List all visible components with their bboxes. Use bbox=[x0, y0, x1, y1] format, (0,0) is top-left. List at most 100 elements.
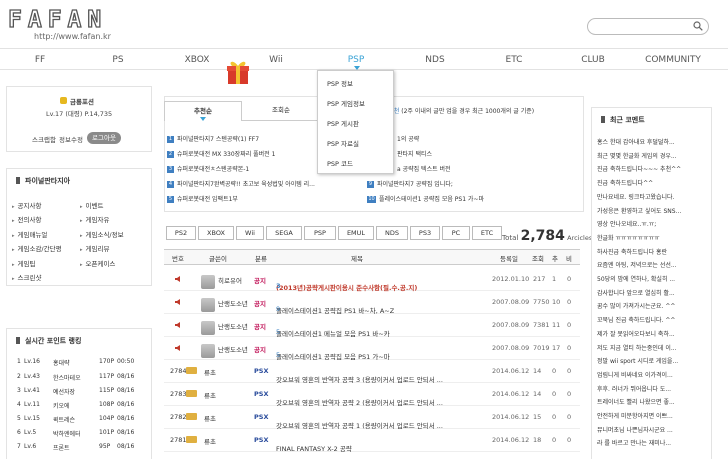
recent-comment-item[interactable]: 가성응은 환영하고 싶어도 SNS... bbox=[597, 206, 681, 215]
sidebar-item-review[interactable]: 게임리뷰 bbox=[80, 243, 110, 253]
list-item[interactable]: 3 슈퍼로봇대전ㅊ스텐공략본-1 bbox=[167, 164, 249, 173]
sidebar-item-event[interactable]: 이벤트 bbox=[80, 200, 104, 210]
nav-item-psp[interactable]: PSP bbox=[348, 55, 365, 65]
dropdown-item-psp-gameinfo[interactable]: PSP 게임정보 bbox=[318, 94, 393, 114]
list-item[interactable]: a 공략집 텍스트 버전 bbox=[397, 164, 451, 173]
tab-emul[interactable]: EMUL bbox=[338, 226, 374, 240]
recent-comment-item[interactable]: 꿈수 많이 가져가시는군요. ^^ bbox=[597, 301, 675, 310]
recent-comment-item[interactable]: 하사진급 축하드립니다 홍란 bbox=[597, 247, 667, 256]
recent-comment-item[interactable]: 꼬북님 진급 축하드립니다. ^^ bbox=[597, 315, 675, 324]
tab-xbox[interactable]: XBOX bbox=[198, 226, 234, 240]
recent-comment-item[interactable]: 홍스 한대 갑아내요 후덜덜하... bbox=[597, 137, 675, 146]
sidebar-item-free[interactable]: 게임자유 bbox=[80, 214, 110, 224]
list-item[interactable]: 1 파이널판타지7 스텐공략(1) FF7 bbox=[167, 134, 259, 143]
list-item[interactable]: 5 슈퍼로봇대전 임팩트1부 bbox=[167, 194, 238, 203]
list-item[interactable]: 10 플레이스테이션1 공략집 모음 PS1 가~마 bbox=[367, 194, 484, 203]
recent-comment-item[interactable]: 제가 잘 못읽어오다보니 축하... bbox=[597, 329, 675, 338]
post-author[interactable]: 난랭도소년 bbox=[218, 321, 248, 331]
table-row[interactable]: 난랭도소년 공지 플레이스테이션1 메뉴얼 모음 PS1 바~카 5 2007.08.… bbox=[164, 314, 580, 338]
post-author[interactable]: 히로유어 bbox=[218, 275, 242, 285]
nav-item-ff[interactable]: FF bbox=[35, 55, 45, 65]
dropdown-item-psp-code[interactable]: PSP 코드 bbox=[318, 154, 393, 174]
search-input[interactable] bbox=[587, 18, 709, 35]
table-row[interactable]: 2780류초PSXDrakengard 3 (DRAG-ON DRAGOON 3… bbox=[164, 452, 580, 459]
sidebar-item-notice[interactable]: 공지사항 bbox=[12, 200, 42, 210]
recent-comment-item[interactable]: 진급 축하드립니다^^ bbox=[597, 178, 653, 187]
recent-comment-item[interactable]: 뮤니머초님 나쁜님자시군요 ... bbox=[597, 425, 673, 434]
list-item[interactable]: 9 파이널판타지7 공략집 입니다; bbox=[367, 179, 453, 188]
tab-ps2[interactable]: PS2 bbox=[166, 226, 196, 240]
sidebar-item-opencase[interactable]: 오픈케이스 bbox=[80, 258, 116, 268]
post-author[interactable]: 류초 bbox=[204, 413, 216, 423]
nav-item-nds[interactable]: NDS bbox=[425, 55, 444, 65]
recent-comment-item[interactable]: 진급 축하드립니다~~~ 추천^^ bbox=[597, 164, 681, 173]
dropdown-item-psp-info[interactable]: PSP 정보 bbox=[318, 74, 393, 94]
ranking-row[interactable]: 2 Lv.43 한스마테오 117P 08/16 bbox=[17, 373, 147, 385]
ranking-row[interactable]: 6 Lv.5 박하엔에터 101P 08/16 bbox=[17, 429, 147, 441]
logout-button[interactable]: 로그아웃 bbox=[87, 132, 121, 144]
sidebar-item-news[interactable]: 게임소식/정보 bbox=[80, 229, 124, 239]
dropdown-item-psp-board[interactable]: PSP 게시판 bbox=[318, 114, 393, 134]
gift-box-icon[interactable] bbox=[224, 58, 252, 86]
list-item[interactable]: 4 파이널판타지7완벽공략!! 초고보 육성법및 아이템 리... bbox=[167, 179, 315, 188]
nav-item-etc[interactable]: ETC bbox=[506, 55, 523, 65]
site-logo[interactable]: FAFAN bbox=[7, 7, 107, 32]
recent-comment-item[interactable]: 후후. 러너가 뛰어옵니다 도... bbox=[597, 384, 671, 393]
post-author[interactable]: 난랭도소년 bbox=[218, 344, 248, 354]
ranking-row[interactable]: 1 Lv.16 홍대략 170P 00:50 bbox=[17, 358, 147, 370]
tab-sega[interactable]: SEGA bbox=[266, 226, 302, 240]
sidebar-item-manual[interactable]: 게임매뉴얼 bbox=[12, 229, 48, 239]
ranking-row[interactable]: 5 Lv.15 퀵트레슨 104P 08/16 bbox=[17, 415, 147, 427]
list-item[interactable]: 판타지 택티스 bbox=[397, 149, 432, 158]
recent-comment-item[interactable]: 업림니게 비싸네요 이가격이... bbox=[597, 370, 673, 379]
search-icon[interactable] bbox=[693, 21, 703, 31]
nav-item-xbox[interactable]: XBOX bbox=[185, 55, 210, 65]
table-row[interactable]: 2783 류초 PSX 갓오브워 영혼의 반역자 공략 2 (용량이커서 업로드 안되… bbox=[164, 383, 580, 407]
list-item[interactable]: 2 슈퍼로봇대전 MX 330장짜리 풀버전 1 bbox=[167, 149, 275, 158]
recent-comment-item[interactable]: 안전하게 미분항아지면 이쁘... bbox=[597, 411, 673, 420]
sidebar-item-suggest[interactable]: 전의사항 bbox=[12, 214, 42, 224]
recent-comment-item[interactable]: 정말 wii sport 시디로 게임을... bbox=[597, 356, 678, 365]
recent-comment-item[interactable]: 한글화 ㅠㅠㅠㅠㅠㅠㅠㅠ bbox=[597, 233, 660, 242]
edit-profile-link[interactable]: 정보수정 bbox=[59, 134, 83, 144]
sidebar-item-review-short[interactable]: 게임소감/간단평 bbox=[12, 243, 62, 253]
nav-item-ps[interactable]: PS bbox=[112, 55, 123, 65]
tab-views[interactable]: 조회순 bbox=[242, 101, 320, 121]
table-row[interactable]: 2781 류초 PSX FINAL FANTASY X-2 공략 2014.06.12… bbox=[164, 429, 580, 453]
sidebar-item-tips[interactable]: 게임팁 bbox=[12, 258, 36, 268]
recent-comment-item[interactable]: 50당의 밤에 연하나, 확실히 ... bbox=[597, 274, 675, 283]
table-row[interactable]: 히로유어 공지 (2013년)공략게시판이용시 준수사항(필.수.공.지) 3 201… bbox=[164, 268, 580, 292]
tab-psp[interactable]: PSP bbox=[304, 226, 336, 240]
tab-etc[interactable]: ETC bbox=[472, 226, 502, 240]
recent-comment-item[interactable]: 감사합니다 앞으로 열심히 활... bbox=[597, 288, 675, 297]
post-author[interactable]: 류초 bbox=[204, 436, 216, 446]
post-author[interactable]: 류초 bbox=[204, 367, 216, 377]
recent-comment-item[interactable]: 영상 안나오네요..ㅠ.ㅠ; bbox=[597, 219, 656, 228]
ranking-row[interactable]: 7 Lv.6 프론트 95P 08/16 bbox=[17, 443, 147, 455]
recent-comment-item[interactable]: 최근 몇몇 한글화 게임의 경우... bbox=[597, 151, 677, 160]
recent-comment-item[interactable]: 요즘엔 아팅, 저녁으로는 선선... bbox=[597, 260, 677, 269]
nav-item-club[interactable]: CLUB bbox=[581, 55, 605, 65]
post-author[interactable]: 류초 bbox=[204, 390, 216, 400]
table-row[interactable]: 난랭도소년 공지 플레이스테이션1 공략집 모음 PS1 가~마 5 2007.08.… bbox=[164, 337, 580, 361]
ranking-row[interactable]: 3 Lv.41 예선자장 115P 08/16 bbox=[17, 387, 147, 399]
nav-item-community[interactable]: COMMUNITY bbox=[645, 55, 701, 65]
dropdown-item-psp-files[interactable]: PSP 자료실 bbox=[318, 134, 393, 154]
recent-comment-item[interactable]: 라 를 바르고 만나는 재미나... bbox=[597, 438, 671, 447]
recent-comment-item[interactable]: 만나요네요. 링크타고왔습니다. bbox=[597, 192, 674, 201]
tab-ps3[interactable]: PS3 bbox=[410, 226, 440, 240]
sidebar-item-screenshots[interactable]: 스크린샷 bbox=[12, 272, 42, 282]
nav-item-wii[interactable]: Wii bbox=[269, 55, 283, 65]
recent-comment-item[interactable]: 트레이너도 빨리 나왔으면 좋... bbox=[597, 397, 675, 406]
table-row[interactable]: 난랭도소년 공지 플레이스테이션1 공략집 PS1 바~차, A~Z 9 2007.0… bbox=[164, 291, 580, 315]
table-row[interactable]: 2784 류초 PSX 갓오브워 영혼의 반역자 공략 3 (용량이커서 업로드 안되… bbox=[164, 360, 580, 384]
table-row[interactable]: 2782 류초 PSX 갓오브워 영혼의 반역자 공략 1 (용량이커서 업로드 안되… bbox=[164, 406, 580, 430]
tab-nds[interactable]: NDS bbox=[376, 226, 408, 240]
post-author[interactable]: 난랭도소년 bbox=[218, 298, 248, 308]
ranking-row[interactable]: 4 Lv.11 키오에 108P 08/16 bbox=[17, 401, 147, 413]
scrap-link[interactable]: 스크랩함 bbox=[32, 134, 56, 144]
tab-pc[interactable]: PC bbox=[442, 226, 470, 240]
list-item[interactable]: 1의 공략 bbox=[397, 134, 419, 143]
recent-comment-item[interactable]: 저도 지금 열티 하는중인데 이... bbox=[597, 343, 677, 352]
tab-wii[interactable]: Wii bbox=[236, 226, 264, 240]
